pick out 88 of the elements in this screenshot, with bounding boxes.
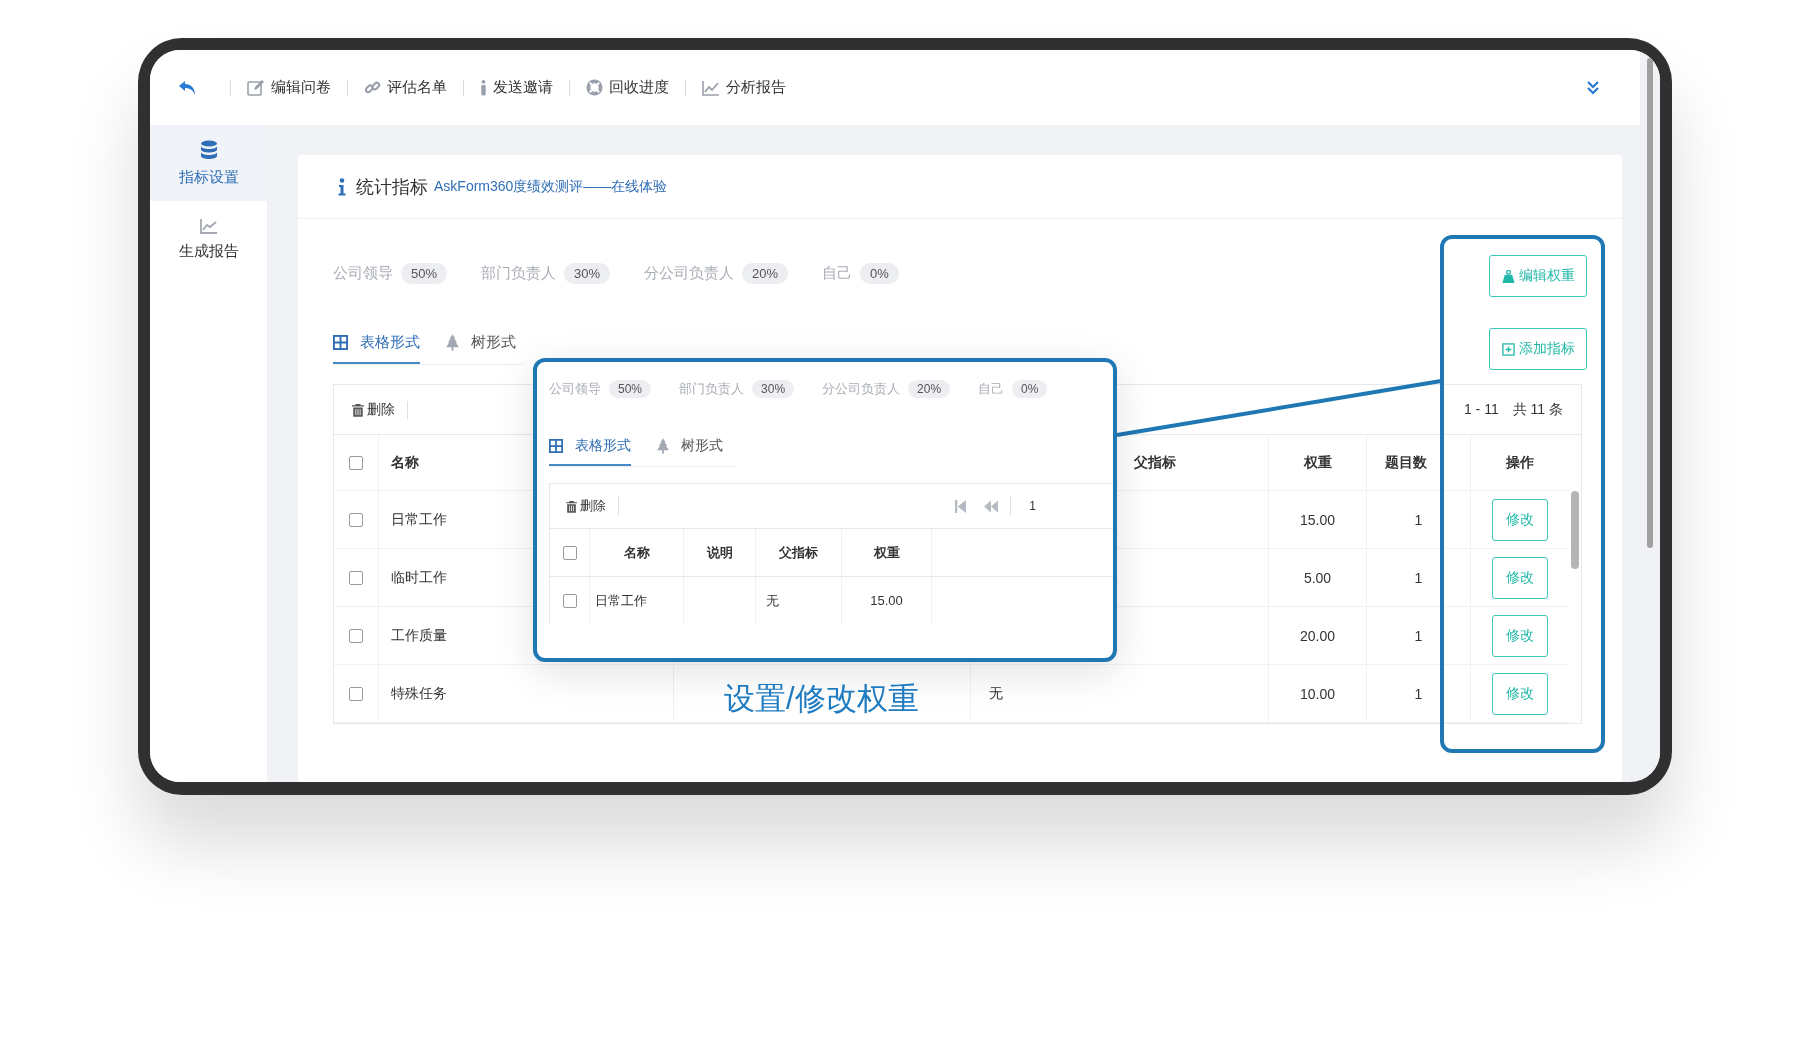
row-checkbox[interactable] — [349, 628, 363, 643]
view-tab[interactable]: 表格形式 — [549, 428, 631, 466]
previous-page-icon[interactable] — [984, 499, 999, 513]
weight-label: 分公司负责人 — [822, 380, 901, 398]
weight-label: 分公司负责人 — [644, 263, 735, 283]
line-chart-icon — [199, 217, 218, 234]
column-header: 权重 — [1303, 453, 1332, 472]
table-cell: 日常工作 — [391, 510, 447, 529]
table-cell: 15.00 — [1299, 511, 1335, 528]
column-header: 父指标 — [1134, 453, 1176, 472]
weight-label: 公司领导 — [333, 263, 393, 283]
table-cell: 无 — [989, 684, 1003, 703]
back-arrow-icon[interactable] — [178, 79, 198, 96]
weight-value: 20% — [908, 380, 951, 398]
tree-icon — [446, 333, 459, 351]
weight-value: 30% — [752, 380, 795, 398]
table-cell: 日常工作 — [595, 591, 647, 610]
survey-link[interactable]: AskForm360度绩效测评——在线体验 — [434, 177, 668, 196]
first-page-icon[interactable] — [955, 499, 967, 513]
view-tab[interactable]: 表格形式 — [333, 322, 420, 364]
column-header: 名称 — [391, 453, 419, 472]
table-cell: 1 — [1414, 569, 1423, 586]
scrollbar-thumb[interactable] — [1571, 491, 1579, 569]
caption-text: 设置/修改权重 — [724, 680, 919, 718]
weight-value: 20% — [742, 262, 789, 284]
column-header: 题目数 — [1385, 453, 1427, 472]
row-checkbox[interactable] — [349, 570, 363, 585]
trash-icon — [352, 402, 364, 417]
column-header: 说明 — [706, 543, 733, 562]
toolbar-item[interactable]: 分析报告 — [702, 78, 786, 97]
row-checkbox[interactable] — [562, 593, 577, 608]
weight-label: 自己 — [978, 380, 1005, 398]
table-cell: 临时工作 — [391, 568, 447, 587]
weight-value: 30% — [564, 262, 611, 284]
weight-icon — [1501, 269, 1515, 283]
weight-label: 部门负责人 — [481, 263, 557, 283]
edit-icon — [247, 78, 265, 97]
sidebar-item[interactable]: 指标设置 — [150, 125, 267, 201]
sidebar-item[interactable]: 生成报告 — [150, 201, 267, 277]
grid-icon — [549, 439, 563, 453]
toolbar-item[interactable]: 编辑问卷 — [247, 78, 331, 97]
database-icon — [199, 139, 218, 160]
select-all-checkbox[interactable] — [349, 455, 363, 470]
pagination-info: 1 - 11 共 11 条 — [1463, 400, 1563, 419]
toolbar-item[interactable]: 评估名单 — [364, 78, 447, 97]
table-cell: 无 — [766, 591, 779, 610]
table-cell: 1 — [1414, 511, 1423, 528]
toolbar-item[interactable]: 回收进度 — [586, 78, 669, 97]
delete-button[interactable]: 删除 — [566, 497, 606, 515]
table-cell: 10.00 — [1299, 685, 1335, 702]
page-title: 统计指标 — [356, 175, 428, 199]
weight-label: 部门负责人 — [679, 380, 745, 398]
scrollbar-thumb[interactable] — [1647, 58, 1653, 548]
select-all-checkbox[interactable] — [562, 545, 577, 560]
column-header: 操作 — [1506, 453, 1534, 472]
plus-square-icon — [1501, 342, 1515, 356]
weight-value: 50% — [401, 262, 448, 284]
table-cell: 1 — [1414, 685, 1423, 702]
table-cell: 20.00 — [1299, 627, 1335, 644]
toolbar-item[interactable]: 发送邀请 — [480, 78, 553, 97]
person-icon — [480, 79, 487, 96]
table-cell: 1 — [1414, 627, 1423, 644]
row-checkbox[interactable] — [349, 686, 363, 701]
weight-label: 公司领导 — [549, 380, 601, 398]
column-header: 名称 — [623, 543, 650, 562]
row-checkbox[interactable] — [349, 512, 363, 527]
table-cell: 15.00 — [870, 593, 903, 608]
weight-value: 0% — [860, 262, 899, 284]
column-header: 父指标 — [779, 543, 818, 562]
tree-icon — [657, 438, 669, 454]
weight-label: 自己 — [822, 263, 853, 283]
info-icon — [338, 177, 346, 196]
table-cell: 工作质量 — [391, 626, 447, 645]
weight-value: 50% — [609, 380, 652, 398]
weight-value: 0% — [1012, 380, 1048, 398]
lifebuoy-icon — [586, 79, 603, 96]
table-cell: 特殊任务 — [391, 684, 447, 703]
line-chart-icon — [702, 79, 720, 96]
column-header: 权重 — [873, 543, 900, 562]
trash-icon — [566, 499, 577, 513]
grid-icon — [333, 334, 348, 350]
view-tab[interactable]: 树形式 — [446, 322, 516, 364]
link-icon — [364, 79, 381, 96]
table-cell: 5.00 — [1303, 569, 1332, 586]
view-tab[interactable]: 树形式 — [657, 428, 723, 466]
double-chevron-down-icon[interactable] — [1586, 80, 1600, 95]
page-number: 1 — [1029, 499, 1036, 513]
delete-button[interactable]: 删除 — [352, 400, 395, 419]
